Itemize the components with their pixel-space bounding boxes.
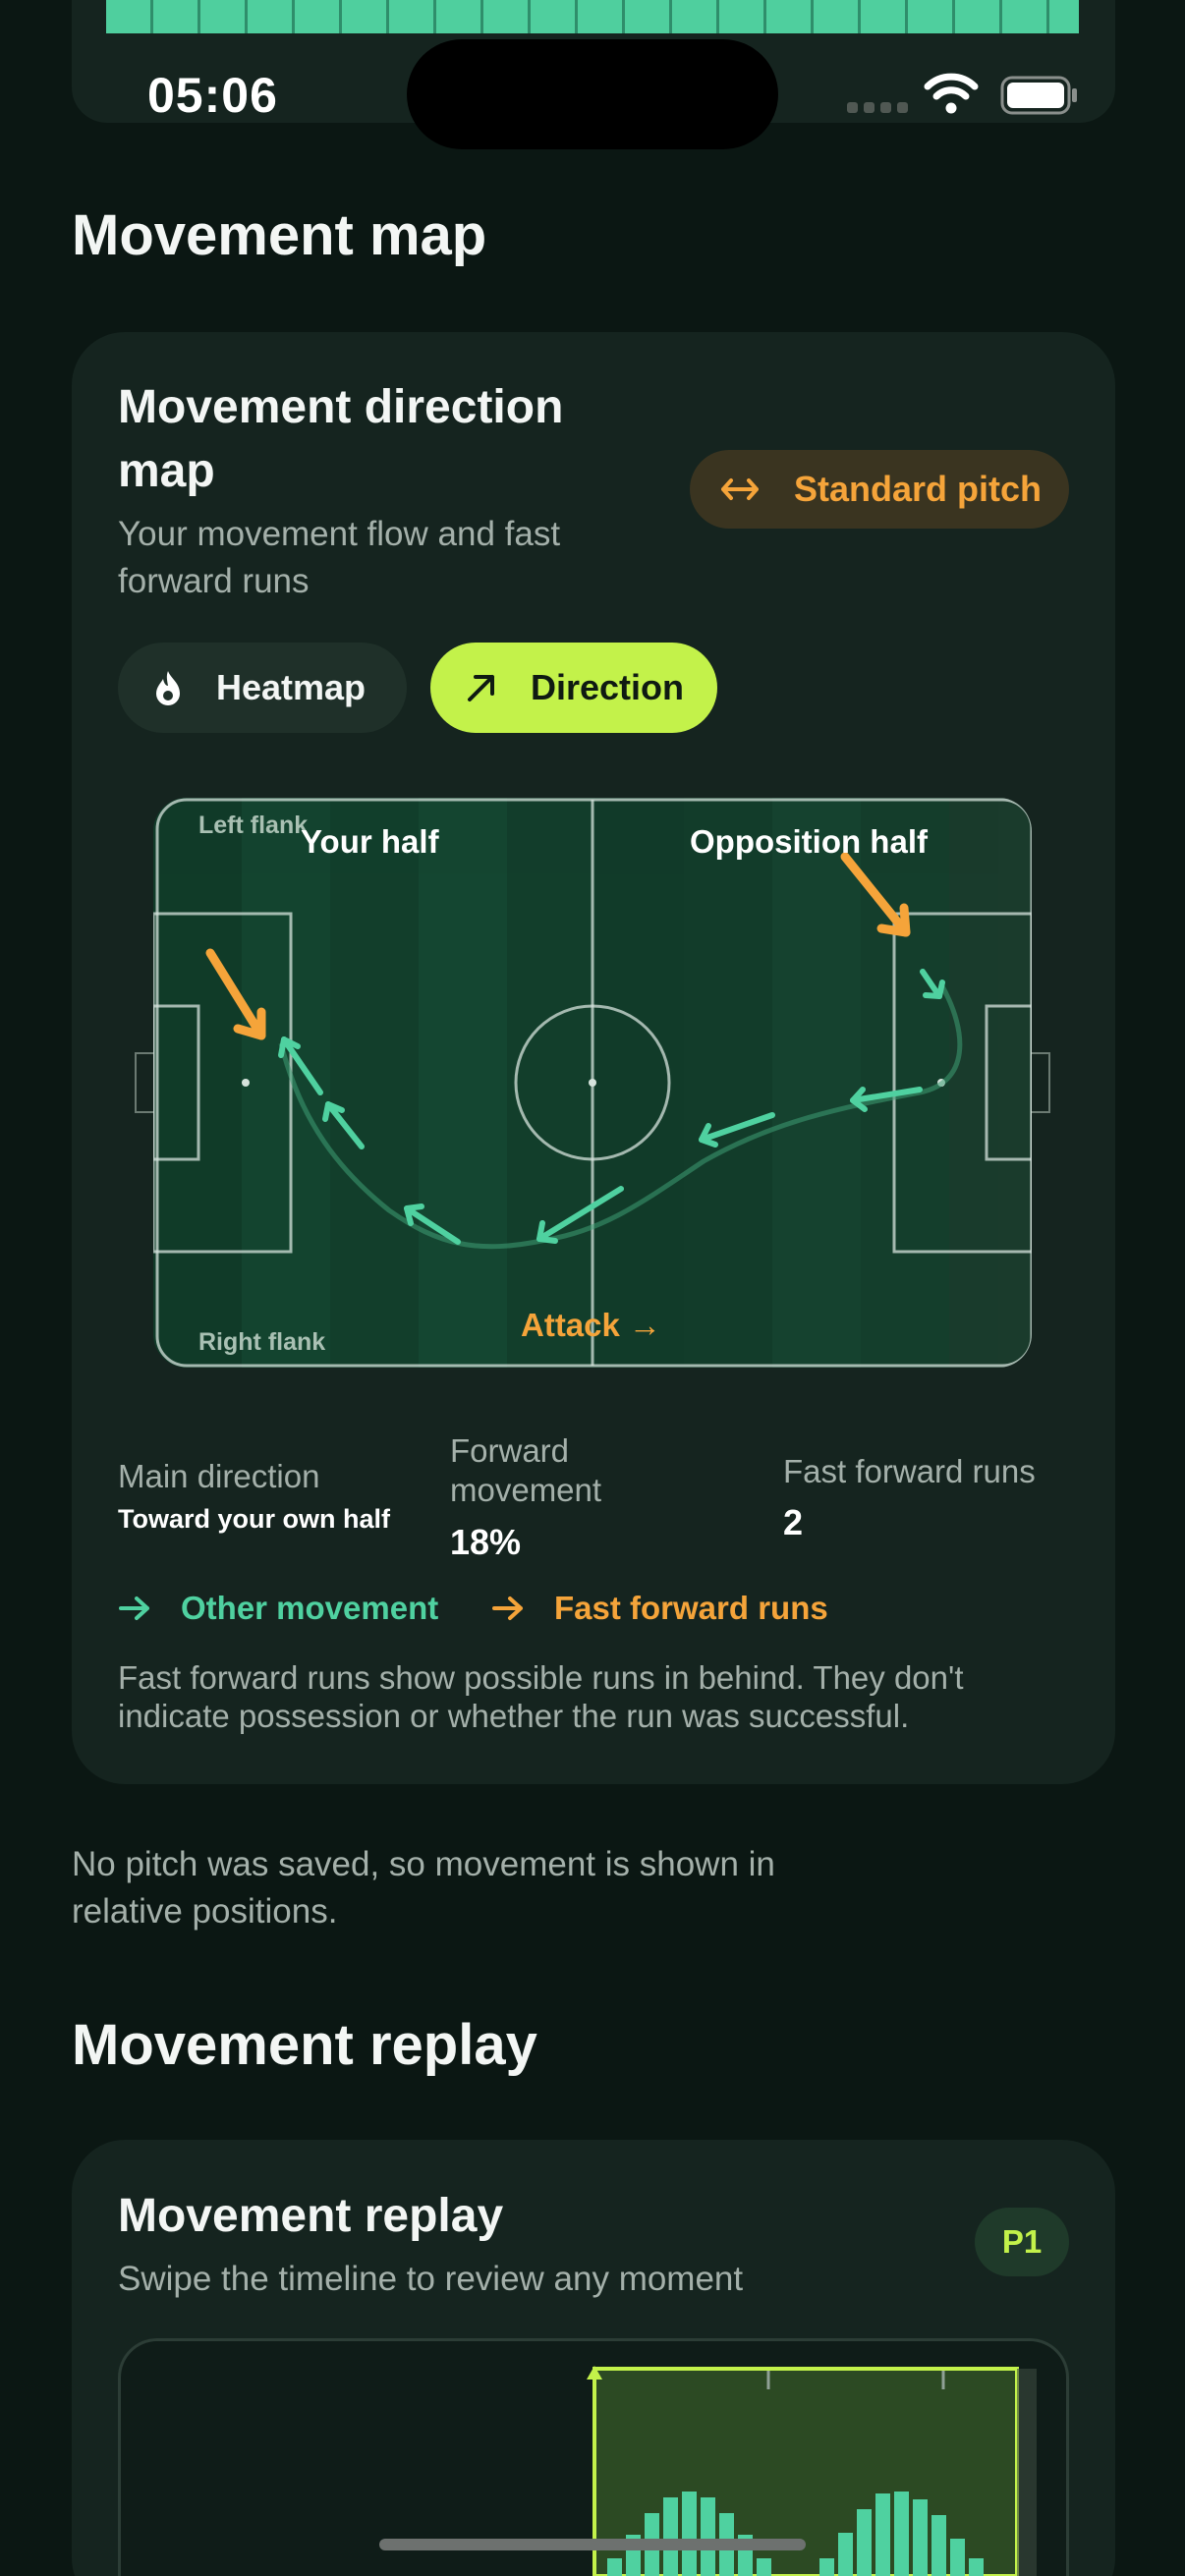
fast-runs-value: 2	[783, 1502, 804, 1542]
replay-card-title: Movement replay	[118, 2190, 504, 2242]
wifi-icon	[924, 73, 979, 114]
tab-direction[interactable]: Direction	[430, 643, 717, 733]
status-time: 05:06	[147, 68, 278, 123]
tab-heatmap[interactable]: Heatmap	[118, 643, 407, 733]
left-goal	[135, 1052, 153, 1113]
section-title-movement-map: Movement map	[72, 203, 487, 267]
legend-other-movement-label: Other movement	[181, 1590, 439, 1626]
fast-runs-note: Fast forward runs show possible runs in …	[118, 1659, 964, 1734]
section-title-movement-replay: Movement replay	[72, 2013, 537, 2077]
replay-card-subtitle: Swipe the timeline to review any moment	[118, 2260, 744, 2298]
right-goal	[1032, 1052, 1050, 1113]
period-badge[interactable]: P1	[975, 2208, 1069, 2276]
tab-direction-label: Direction	[531, 667, 685, 707]
fast-runs-label: Fast forward runs	[783, 1453, 1036, 1489]
arrow-up-right-icon	[468, 675, 494, 701]
home-indicator	[379, 2539, 806, 2550]
pitch-svg	[153, 798, 1032, 1368]
opposition-half-label: Opposition half	[690, 823, 928, 860]
pitch-map[interactable]	[153, 798, 1032, 1368]
main-direction-value: Toward your own half	[118, 1504, 391, 1534]
card-title: Movement direction map	[118, 381, 564, 497]
forward-movement-value: 18%	[450, 1522, 522, 1562]
legend-fast-runs-label: Fast forward runs	[554, 1590, 828, 1626]
arrow-right-icon	[492, 1596, 523, 1620]
standard-pitch-label: Standard pitch	[794, 469, 1043, 509]
flame-icon	[156, 671, 180, 705]
swap-horizontal-icon	[721, 478, 759, 500]
activity-timeline-strip	[106, 0, 1079, 33]
left-flank-label: Left flank	[198, 812, 309, 839]
battery-icon	[1000, 76, 1077, 115]
forward-movement-label: Forward movement	[450, 1432, 602, 1508]
main-direction-label: Main direction	[118, 1458, 320, 1494]
legend-fast-runs: Fast forward runs	[491, 1590, 828, 1627]
card-subtitle: Your movement flow and fast forward runs	[118, 515, 561, 600]
right-flank-label: Right flank	[198, 1328, 326, 1356]
arrow-right-icon	[119, 1596, 149, 1620]
dynamic-island	[407, 39, 778, 149]
cellular-signal-icon	[847, 102, 908, 116]
tab-heatmap-label: Heatmap	[216, 667, 367, 707]
attack-direction-label: Attack →	[521, 1307, 662, 1343]
standard-pitch-button[interactable]: Standard pitch	[690, 450, 1069, 529]
no-pitch-note: No pitch was saved, so movement is shown…	[72, 1845, 775, 1931]
legend-other-movement: Other movement	[118, 1590, 438, 1627]
your-half-label: Your half	[301, 823, 439, 860]
